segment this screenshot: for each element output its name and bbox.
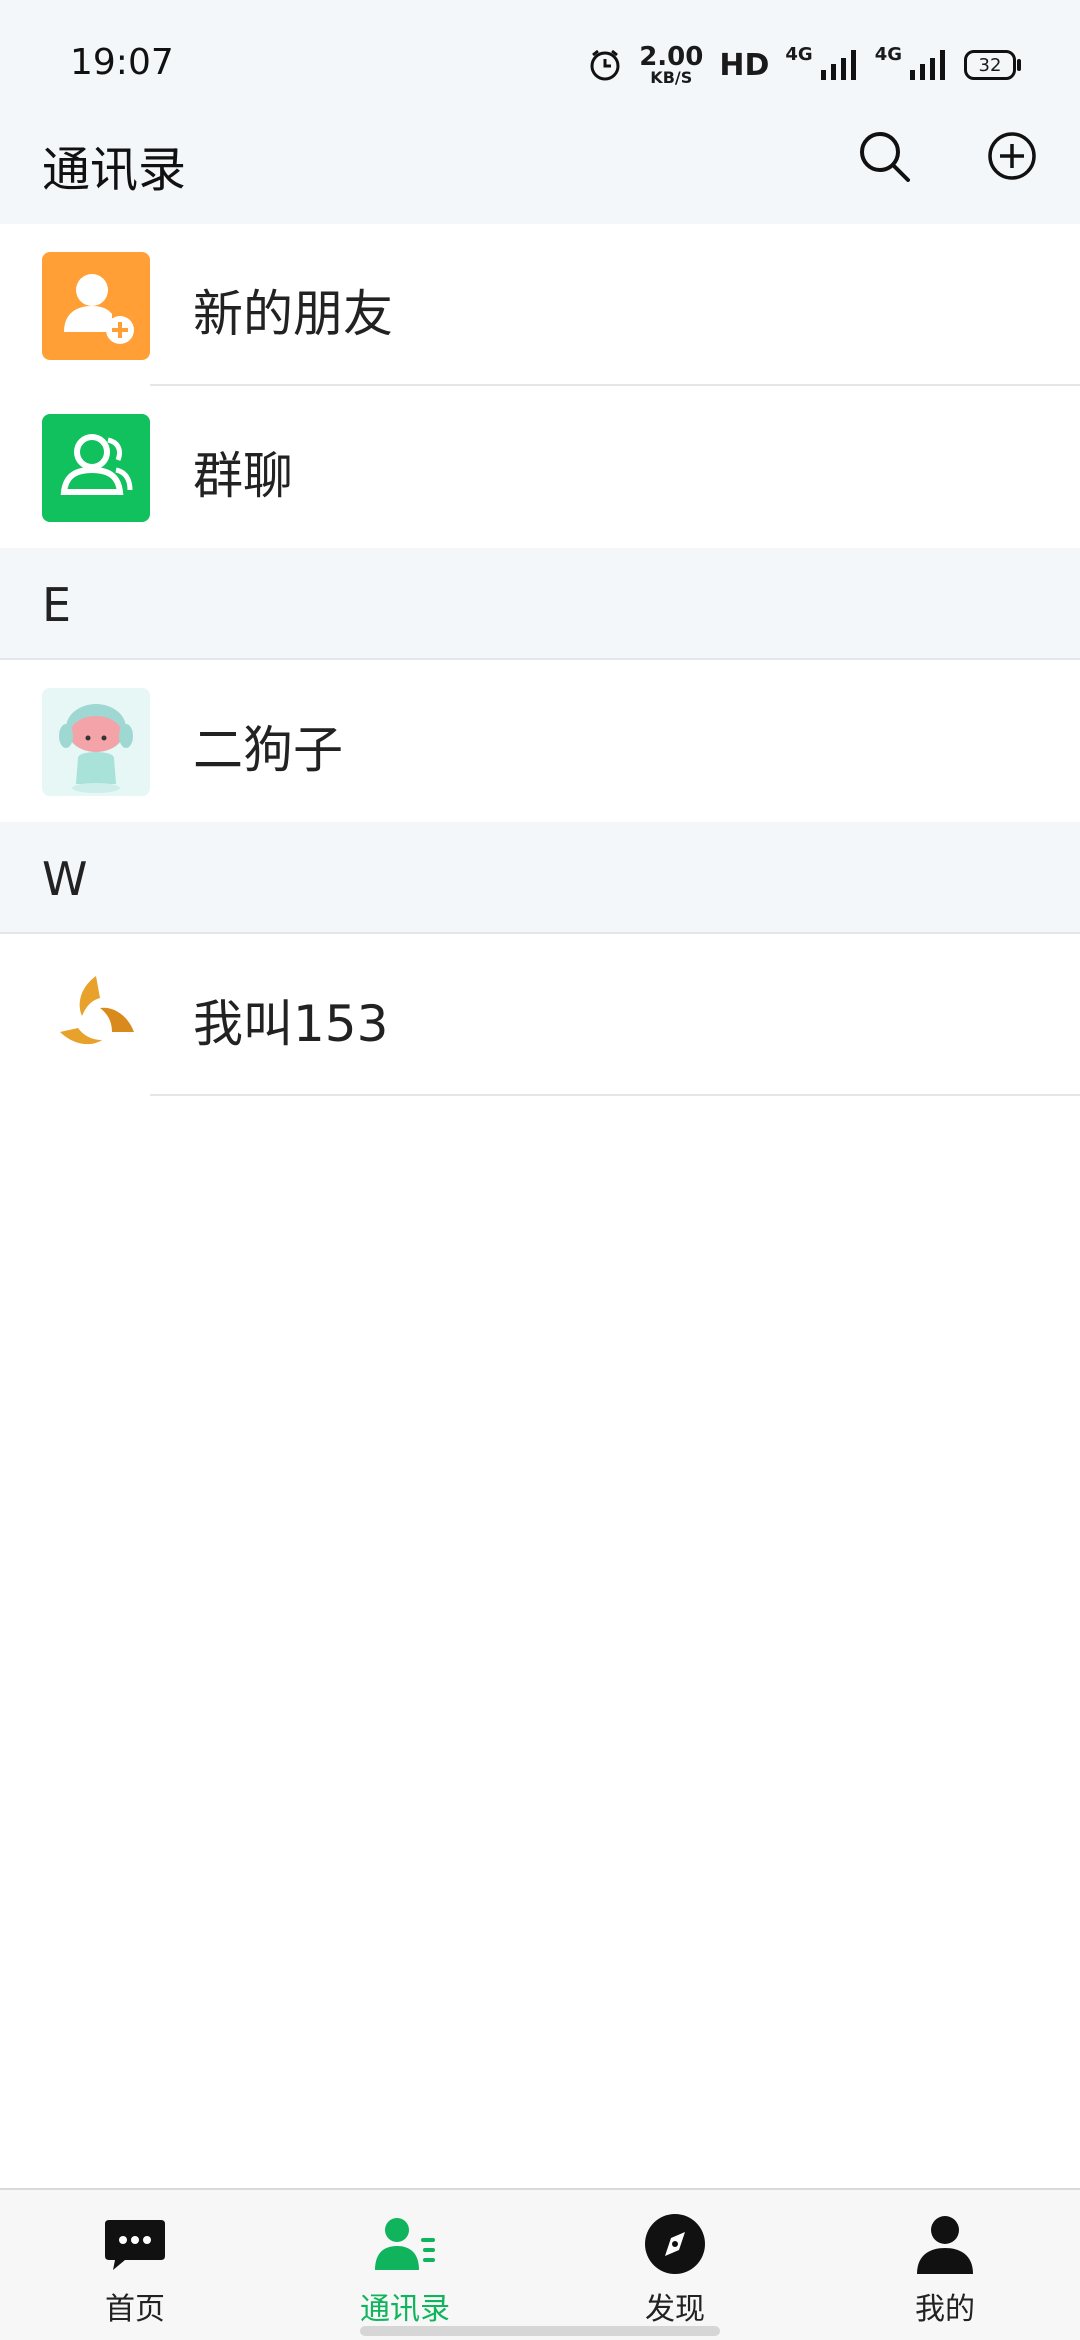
tab-contacts[interactable]: 通讯录 bbox=[305, 2190, 505, 2340]
group-chat-item[interactable]: 群聊 bbox=[0, 386, 1080, 548]
home-indicator[interactable] bbox=[360, 2326, 720, 2336]
new-friends-item[interactable]: 新的朋友 bbox=[0, 224, 1080, 386]
new-friend-icon bbox=[42, 252, 150, 360]
section-header-e: E bbox=[0, 548, 1080, 660]
status-icons: 2.00 KB/S HD 4G 4G 32 bbox=[587, 40, 1021, 90]
tab-label: 首页 bbox=[105, 2292, 165, 2327]
contact-name: 二狗子 bbox=[193, 721, 343, 779]
new-friends-label: 新的朋友 bbox=[193, 285, 393, 343]
tab-label: 我的 bbox=[915, 2292, 975, 2327]
add-circle-icon[interactable] bbox=[984, 128, 1040, 184]
section-header-w: W bbox=[0, 822, 1080, 934]
section-letter: E bbox=[42, 578, 72, 632]
contact-item[interactable]: 我叫153 bbox=[0, 934, 1080, 1096]
network-type-2: 4G bbox=[874, 44, 902, 65]
divider bbox=[150, 1094, 1080, 1096]
battery-icon: 32 bbox=[964, 50, 1021, 80]
network-type-1: 4G bbox=[785, 44, 813, 65]
contact-name: 我叫153 bbox=[193, 995, 389, 1053]
tab-discover[interactable]: 发现 bbox=[575, 2190, 775, 2340]
hd-indicator: HD bbox=[719, 47, 770, 83]
contacts-icon bbox=[375, 2218, 435, 2270]
section-letter: W bbox=[42, 852, 88, 906]
contact-item[interactable]: 二狗子 bbox=[0, 660, 1080, 822]
signal-icon-1 bbox=[820, 50, 856, 80]
contacts-list: 新的朋友 群聊 E 二狗子 W 我叫153 bbox=[0, 224, 1080, 1096]
contacts-screen: 19:07 2.00 KB/S HD 4G 4G 32 通讯录 新的朋友 群聊 … bbox=[0, 0, 1080, 2340]
network-speed: 2.00 KB/S bbox=[639, 44, 703, 86]
bottom-tab-bar: 首页 通讯录 发现 我的 bbox=[0, 2188, 1080, 2340]
person-icon bbox=[917, 2216, 973, 2274]
top-bar: 19:07 2.00 KB/S HD 4G 4G 32 通讯录 bbox=[0, 0, 1080, 224]
compass-icon bbox=[645, 2214, 705, 2274]
battery-level: 32 bbox=[978, 54, 1002, 76]
network-speed-value: 2.00 bbox=[639, 42, 704, 72]
avatar bbox=[42, 962, 150, 1070]
group-chat-label: 群聊 bbox=[193, 447, 293, 505]
page-title: 通讯录 bbox=[42, 142, 187, 198]
signal-icon-2 bbox=[910, 50, 945, 80]
tab-label: 发现 bbox=[645, 2292, 705, 2327]
search-icon[interactable] bbox=[856, 128, 912, 184]
tab-label: 通讯录 bbox=[360, 2292, 450, 2327]
network-speed-unit: KB/S bbox=[650, 68, 693, 87]
group-chat-icon bbox=[42, 414, 150, 522]
avatar bbox=[42, 688, 150, 796]
tab-home[interactable]: 首页 bbox=[35, 2190, 235, 2340]
alarm-icon bbox=[590, 49, 620, 81]
status-time: 19:07 bbox=[70, 42, 174, 83]
tab-me[interactable]: 我的 bbox=[845, 2190, 1045, 2340]
chat-bubble-icon bbox=[105, 2220, 165, 2270]
